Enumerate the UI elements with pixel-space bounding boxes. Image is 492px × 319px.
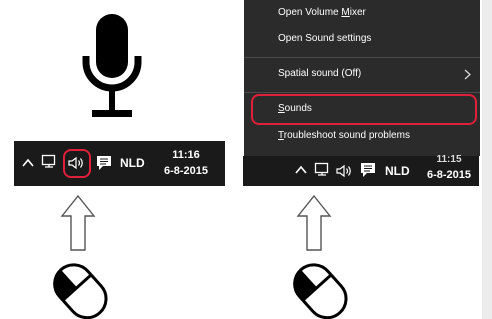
menu-item-label: Open Sound settings bbox=[278, 33, 372, 44]
mouse-right-click-icon bbox=[293, 263, 348, 319]
clock-time[interactable]: 11:15 bbox=[419, 154, 479, 165]
language-indicator[interactable]: NLD bbox=[385, 164, 410, 178]
scrollbar[interactable] bbox=[482, 0, 492, 319]
taskbar-left: NLD 11:16 6-8-2015 bbox=[14, 141, 225, 186]
sounds-highlight bbox=[251, 94, 477, 125]
menu-item-label: Spatial sound (Off) bbox=[278, 68, 362, 79]
action-center-icon[interactable] bbox=[96, 155, 112, 171]
menu-item-troubleshoot[interactable]: Troubleshoot sound problems bbox=[244, 123, 480, 149]
chevron-right-icon bbox=[464, 69, 471, 80]
menu-separator bbox=[244, 92, 480, 93]
chevron-up-icon[interactable] bbox=[22, 158, 34, 168]
sound-context-menu: Open Volume Mixer Open Sound settings Sp… bbox=[244, 0, 480, 156]
clock-date[interactable]: 6-8-2015 bbox=[419, 169, 479, 181]
up-arrow-icon bbox=[296, 194, 332, 251]
menu-item-label: Open Volume Mixer bbox=[278, 7, 366, 18]
up-arrow-icon bbox=[60, 194, 96, 251]
action-center-icon[interactable] bbox=[360, 162, 376, 178]
mouse-left-click-icon bbox=[53, 263, 108, 319]
network-icon[interactable] bbox=[314, 162, 330, 178]
clock-time[interactable]: 11:16 bbox=[156, 149, 216, 161]
menu-item-label: Troubleshoot sound problems bbox=[278, 130, 410, 141]
network-icon[interactable] bbox=[41, 154, 57, 170]
clock-date[interactable]: 6-8-2015 bbox=[156, 165, 216, 177]
chevron-up-icon[interactable] bbox=[295, 165, 307, 175]
taskbar-right: NLD 11:15 6-8-2015 bbox=[243, 154, 479, 186]
menu-separator bbox=[244, 57, 480, 58]
menu-item-open-sound-settings[interactable]: Open Sound settings bbox=[244, 26, 480, 52]
speaker-icon[interactable] bbox=[336, 164, 354, 178]
menu-item-spatial-sound[interactable]: Spatial sound (Off) bbox=[244, 61, 480, 87]
menu-item-open-volume-mixer[interactable]: Open Volume Mixer bbox=[244, 0, 480, 26]
language-indicator[interactable]: NLD bbox=[120, 156, 145, 170]
microphone-icon bbox=[82, 14, 142, 117]
volume-highlight bbox=[63, 149, 91, 178]
